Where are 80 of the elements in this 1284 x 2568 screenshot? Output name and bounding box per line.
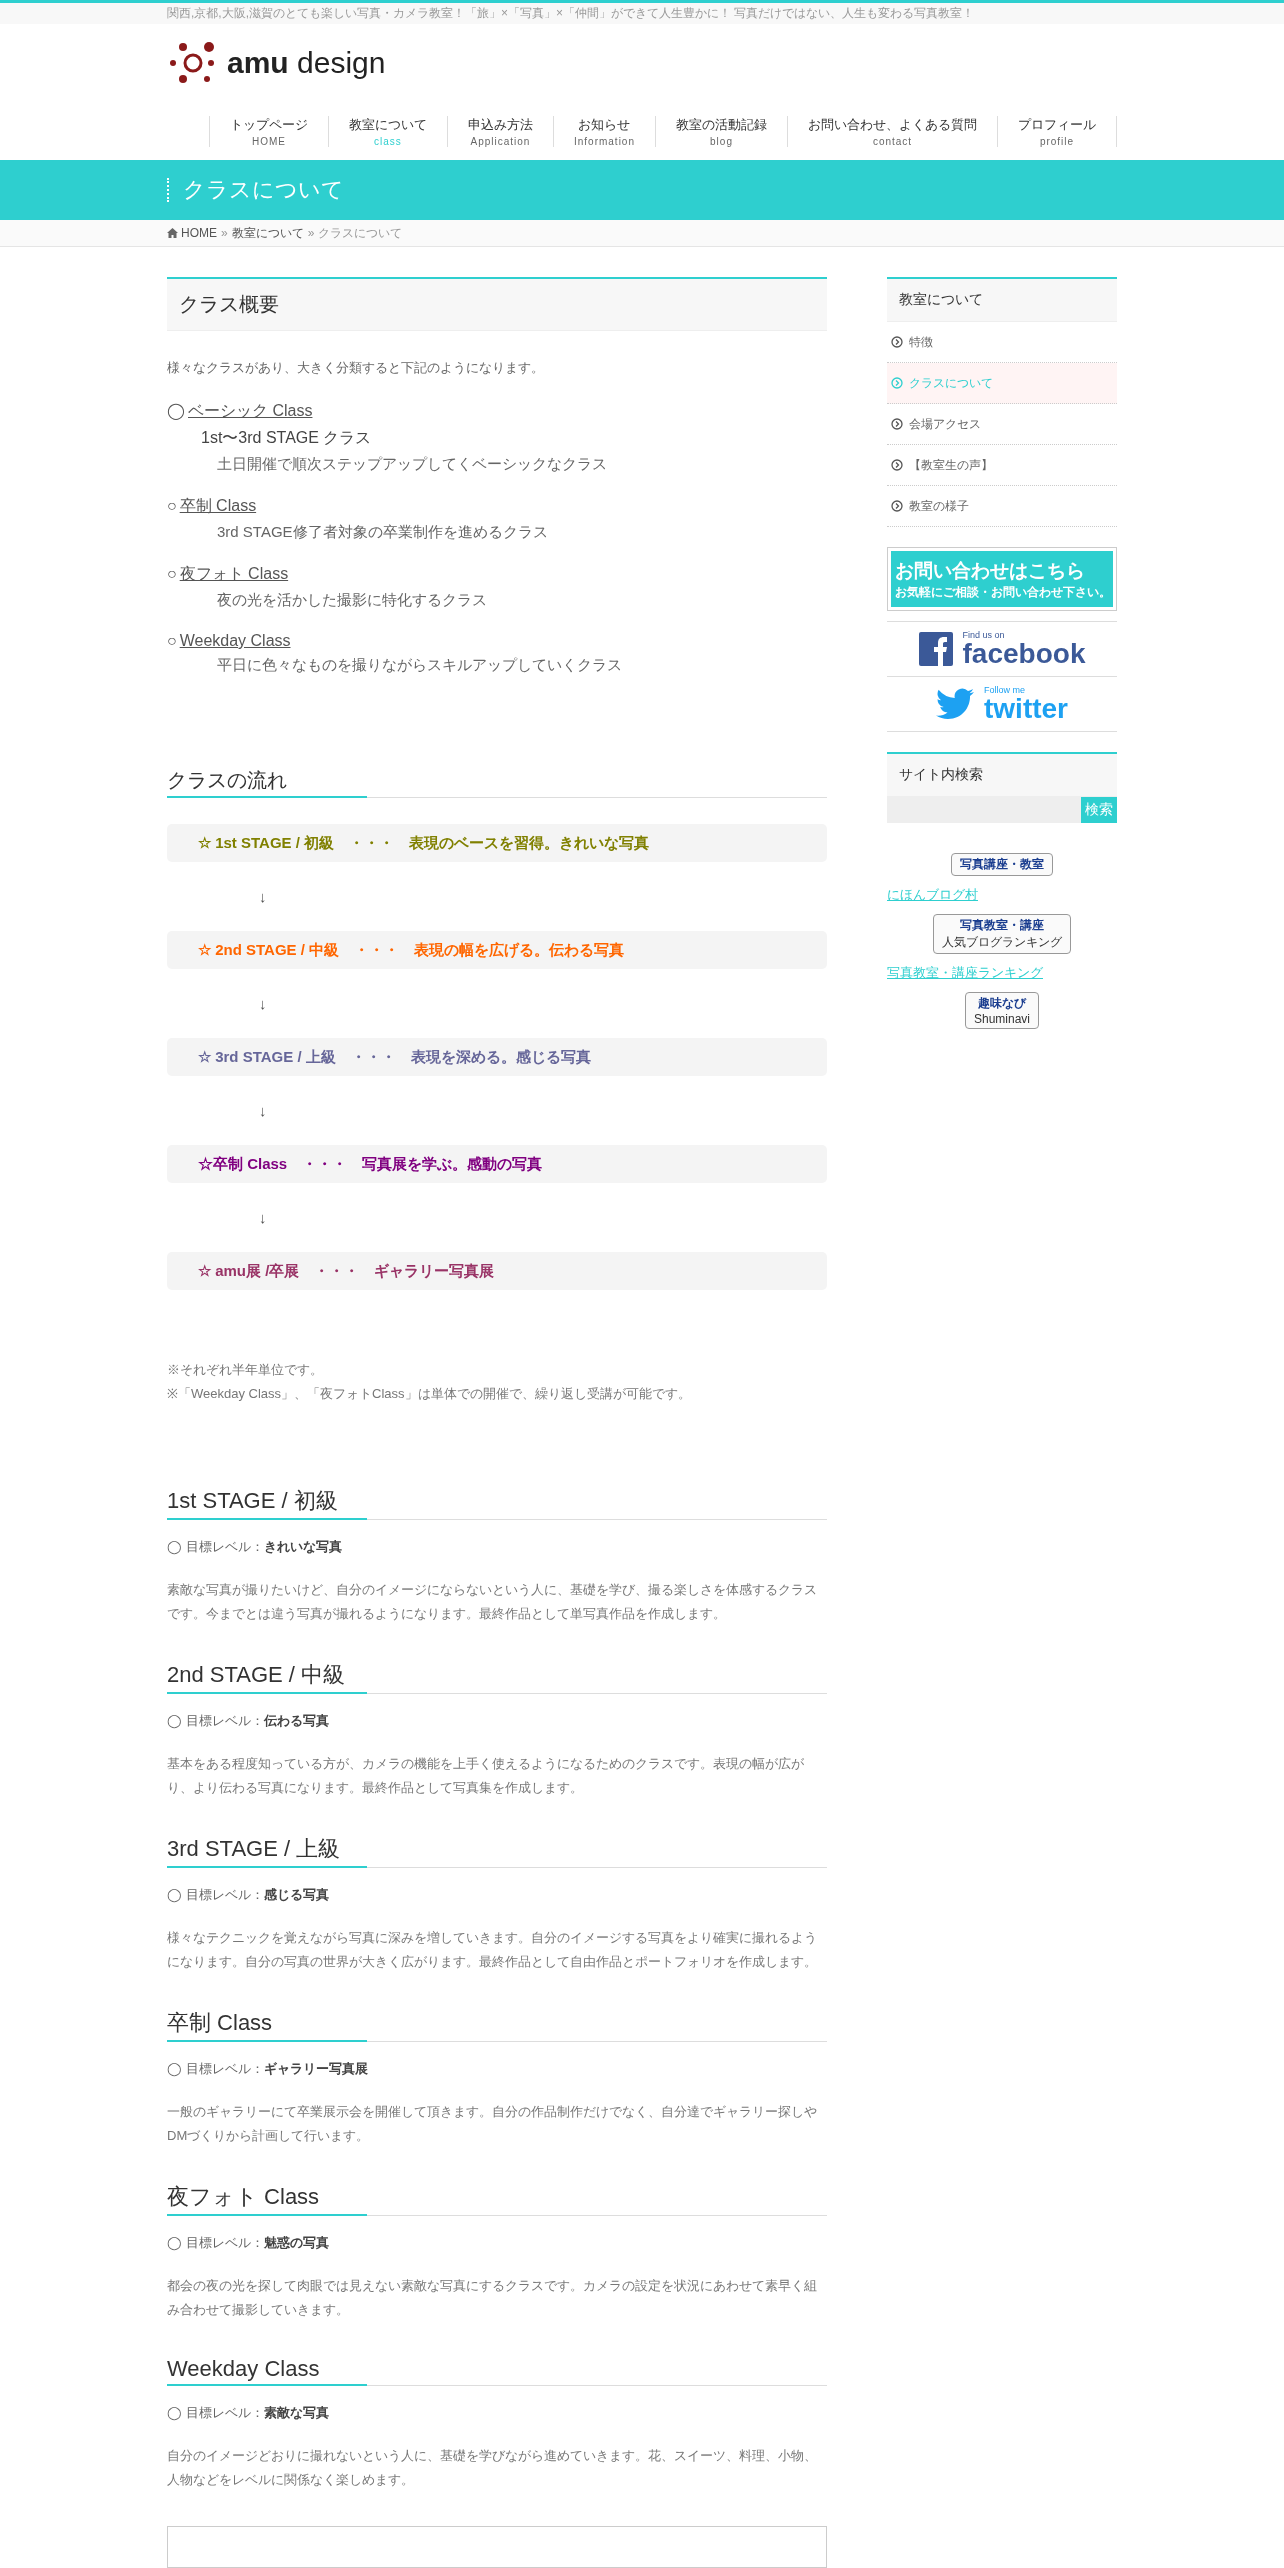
stage-heading: 夜フォト Class bbox=[167, 2182, 827, 2216]
intro-text: 様々なクラスがあり、大きく分類すると下記のようになります。 bbox=[167, 359, 545, 377]
ranking-badge[interactable]: 写真教室・講座 人気ブログランキング bbox=[933, 914, 1071, 954]
breadcrumb-separator: » bbox=[307, 226, 315, 240]
class-description: 3rd STAGE修了者対象の卒業制作を進めるクラス bbox=[216, 523, 549, 542]
note-text: ※「Weekday Class」、「夜フォトClass」は単体での開催で、繰り返し受講が可能です。 bbox=[167, 1385, 692, 1403]
stage-description: 基本をある程度知っている方が、カメラの機能を上手く使えるようになるためのクラスです。表現の幅が広がり、より伝わる写真になります。最終作品として写真集を作成します。 bbox=[167, 1755, 805, 1797]
down-arrow: ↓ bbox=[259, 888, 267, 905]
breadcrumb-link[interactable]: 教室について bbox=[231, 224, 304, 242]
facebook-icon bbox=[918, 632, 953, 666]
section-heading: クラスの流れ bbox=[167, 767, 827, 798]
down-arrow: ↓ bbox=[259, 995, 267, 1012]
goal-level: ◯ 目標レベル：感じる写真 bbox=[167, 1886, 330, 1904]
class-link[interactable]: 夜フォト Class bbox=[179, 565, 289, 582]
class-subtitle: 1st〜3rd STAGE クラス bbox=[200, 428, 373, 448]
circle-marker: ○ bbox=[167, 632, 177, 649]
flow-step: ☆ 3rd STAGE / 上級 ・・・ 表現を深める。感じる写真 bbox=[167, 1038, 827, 1076]
page-title: クラスについて bbox=[167, 178, 1117, 202]
search-field[interactable] bbox=[887, 797, 1081, 823]
contact-title: お問い合わせはこちら bbox=[895, 558, 1086, 583]
nav-item[interactable]: 教室について class bbox=[327, 115, 447, 147]
nav-item[interactable]: お知らせ Information bbox=[552, 115, 655, 147]
sidebar-item[interactable]: 【教室生の声】 bbox=[887, 445, 1117, 486]
class-description: 夜の光を活かした撮影に特化するクラス bbox=[216, 591, 488, 610]
circle-marker: ○ bbox=[167, 565, 177, 582]
class-link[interactable]: ベーシック Class bbox=[188, 402, 313, 419]
goal-level: ◯ 目標レベル：素敵な写真 bbox=[167, 2404, 330, 2422]
chevron-circle-icon bbox=[891, 377, 903, 389]
social-wordmark: twitter bbox=[984, 695, 1068, 723]
down-arrow: ↓ bbox=[259, 1209, 267, 1226]
class-description: 土日開催で順次ステップアップしてくベーシックなクラス bbox=[216, 455, 608, 474]
stage-heading: 卒制 Class bbox=[167, 2008, 827, 2042]
stage-description: 素敵な写真が撮りたいけど、自分のイメージにならないという人に、基礎を学び、撮る楽しさを体感するクラスです。今までとは違う写真が撮れるようになります。最終作品として単写真作品を作成します。 bbox=[167, 1581, 818, 1623]
stage-description: 自分のイメージどおりに撮れないという人に、基礎を学びながら進めていきます。花、スイーツ、料理、小物、人物などをレベルに関係なく楽しめます。 bbox=[167, 2447, 818, 2489]
ranking-badge[interactable]: 写真講座・教室 bbox=[951, 853, 1053, 876]
sidebar-item[interactable]: 教室の様子 bbox=[887, 486, 1117, 527]
home-icon bbox=[167, 228, 178, 238]
goal-level: ◯ 目標レベル：ギャラリー写真展 bbox=[167, 2060, 369, 2078]
ranking-badge[interactable]: 趣味なび Shuminavi bbox=[965, 992, 1039, 1029]
circle-marker: ○ bbox=[167, 497, 177, 514]
sidebar-heading: 教室について bbox=[887, 277, 1117, 322]
note-text: ※それぞれ半年単位です。 bbox=[167, 1361, 324, 1379]
site-tagline: 関西,京都,大阪,滋賀のとても楽しい写真・カメラ教室！「旅」×「写真」×「仲間」ができて人生豊かに！ 写真だけではない、人生も変わる写真教室！ bbox=[167, 5, 976, 22]
chevron-circle-icon bbox=[891, 459, 903, 471]
stage-heading: 1st STAGE / 初級 bbox=[167, 1486, 827, 1520]
flow-step: ☆ amu展 /卒展 ・・・ ギャラリー写真展 bbox=[167, 1252, 827, 1290]
goal-level: ◯ 目標レベル：魅惑の写真 bbox=[167, 2234, 330, 2252]
breadcrumb-separator: » bbox=[221, 226, 228, 240]
nav-item[interactable]: 教室の活動記録 blog bbox=[655, 115, 787, 147]
flow-step: ☆ 2nd STAGE / 中級 ・・・ 表現の幅を広げる。伝わる写真 bbox=[167, 931, 827, 969]
goal-level: ◯ 目標レベル：きれいな写真 bbox=[167, 1538, 343, 1556]
social-caption: Find us on bbox=[962, 630, 1006, 640]
goal-level: ◯ 目標レベル：伝わる写真 bbox=[167, 1712, 330, 1730]
down-arrow: ↓ bbox=[259, 1102, 267, 1119]
class-description: 平日に色々なものを撮りながらスキルアップしていくクラス bbox=[216, 656, 623, 675]
circle-marker: ◯ bbox=[167, 402, 185, 419]
nav-item[interactable]: お問い合わせ、よくある質問 contact bbox=[787, 115, 997, 147]
sidebar-heading: サイト内検索 bbox=[887, 752, 1117, 797]
stage-description: 都会の夜の光を探して肉眼では見えない素敵な写真にするクラスです。カメラの設定を状況にあわせて素早く組み合わせて撮影していきます。 bbox=[167, 2277, 818, 2319]
flow-step: ☆卒制 Class ・・・ 写真展を学ぶ。感動の写真 bbox=[167, 1145, 827, 1183]
chevron-circle-icon bbox=[891, 418, 903, 430]
nav-item[interactable]: プロフィール profile bbox=[997, 115, 1117, 147]
social-caption: Follow me bbox=[984, 685, 1026, 695]
section-heading: クラス概要 bbox=[167, 277, 827, 331]
logo-text[interactable]: amu design bbox=[227, 46, 386, 80]
social-wordmark: facebook bbox=[962, 640, 1086, 668]
stage-description: 一般のギャラリーにて卒業展示会を開催して頂きます。自分の作品制作だけでなく、自分達でギャラリー探しやDMづくりから計画して行います。 bbox=[167, 2103, 818, 2145]
contact-subtitle: お気軽にご相談・お問い合わせ下さい。 bbox=[895, 583, 1112, 601]
breadcrumb-link[interactable]: HOME bbox=[167, 226, 217, 240]
chevron-circle-icon bbox=[891, 336, 903, 348]
class-link[interactable]: 卒制 Class bbox=[179, 497, 257, 514]
bird-icon bbox=[936, 688, 974, 720]
social-link[interactable]: Find us on facebook bbox=[887, 621, 1117, 677]
sidebar-item[interactable]: 会場アクセス bbox=[887, 404, 1117, 445]
chevron-circle-icon bbox=[891, 500, 903, 512]
nav-item[interactable]: トップページ HOME bbox=[208, 115, 328, 147]
flow-step: ☆ 1st STAGE / 初級 ・・・ 表現のベースを習得。きれいな写真 bbox=[167, 824, 827, 862]
class-link[interactable]: Weekday Class bbox=[179, 632, 291, 649]
stage-description: 様々なテクニックを覚えながら写真に深みを増していきます。自分のイメージする写真をより確実に撮れるようになります。自分の写真の世界が大きく広がります。最終作品として自由作品とポートフォリオを作成します。 bbox=[167, 1929, 818, 1971]
nav-item[interactable]: 申込み方法 Application bbox=[446, 115, 553, 147]
